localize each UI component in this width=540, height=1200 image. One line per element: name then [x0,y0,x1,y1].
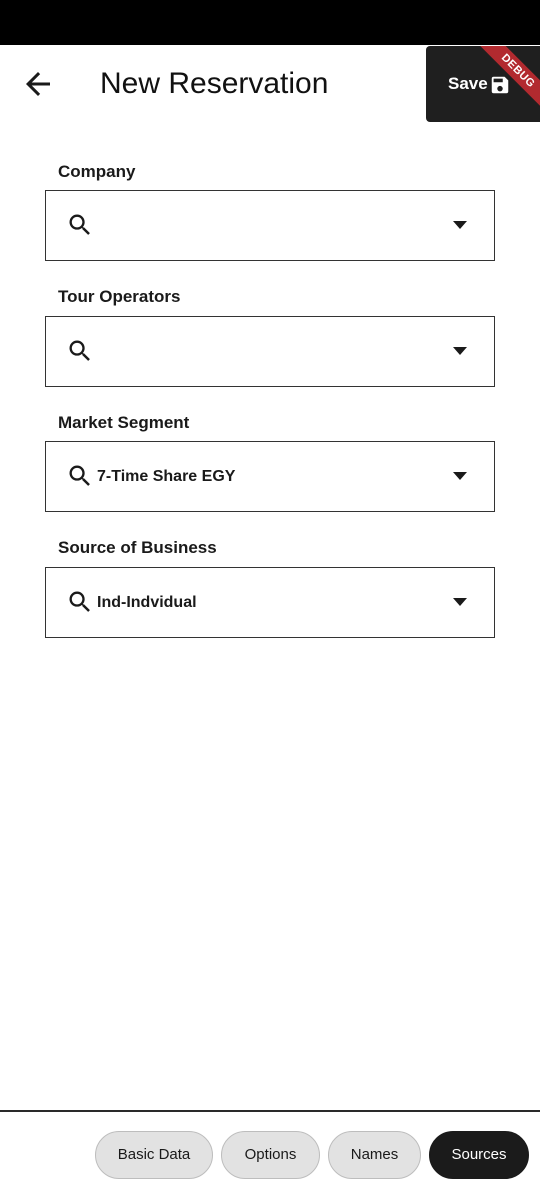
bottom-divider [0,1110,540,1112]
tab-basic-data[interactable]: Basic Data [95,1131,213,1179]
search-icon [66,211,94,239]
triangle-down-icon [452,219,468,231]
status-bar [0,0,540,45]
tab-names[interactable]: Names [328,1131,421,1179]
tab-sources[interactable]: Sources [429,1131,529,1179]
save-button-label: Save [448,74,488,93]
market-segment-dropdown[interactable]: 7-Time Share EGY [45,441,495,512]
triangle-down-icon [452,596,468,608]
search-icon [66,588,94,616]
save-button[interactable]: Save DEBUG [426,46,540,122]
source-of-business-dropdown[interactable]: Ind-Indvidual [45,567,495,638]
triangle-down-icon [452,470,468,482]
triangle-down-icon [452,345,468,357]
market-segment-label: Market Segment [58,413,190,432]
company-dropdown[interactable] [45,190,495,261]
floppy-disk-icon [489,74,511,96]
company-label: Company [58,162,136,181]
arrow-left-icon [26,72,50,96]
tour-operators-label: Tour Operators [58,287,181,306]
tour-operators-dropdown[interactable] [45,316,495,387]
source-of-business-label: Source of Business [58,538,217,557]
tab-options[interactable]: Options [221,1131,320,1179]
source-of-business-value: Ind-Indvidual [97,594,197,611]
search-icon [66,462,94,490]
back-button[interactable] [20,66,56,102]
search-icon [66,337,94,365]
page-title: New Reservation [100,67,329,100]
market-segment-value: 7-Time Share EGY [97,468,236,485]
